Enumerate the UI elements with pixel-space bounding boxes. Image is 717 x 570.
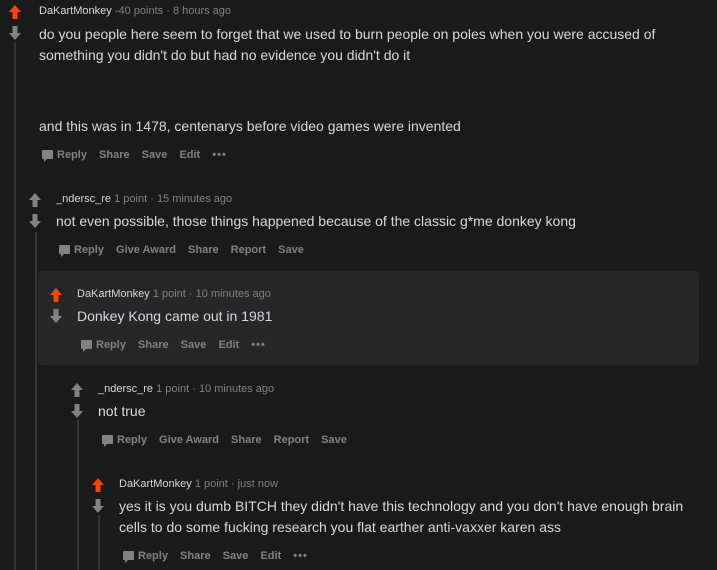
share-button[interactable]: Share [188,244,219,256]
share-button[interactable]: Share [180,550,211,562]
comment-actions: Reply Give Award Share Report Save [102,434,356,447]
upvote-arrow-icon[interactable] [28,192,42,208]
more-options-button[interactable]: ••• [251,339,266,351]
upvote-arrow-icon[interactable] [91,477,105,493]
report-button[interactable]: Report [274,434,309,446]
meta-separator: · [192,383,196,395]
comment-points: 1 point [114,193,148,205]
comment-meta: _ndersc_re 1 point · 10 minutes ago [98,383,274,395]
comment-body: yes it is you dumb BITCH they didn't hav… [119,496,689,538]
edit-button[interactable]: Edit [260,550,281,562]
comment-actions: Reply Give Award Share Report Save [59,244,313,257]
more-options-button[interactable]: ••• [212,149,227,161]
upvote-arrow-icon[interactable] [49,287,63,303]
thread-line[interactable] [77,420,79,570]
comment-points: 1 point [194,478,228,490]
comment-meta: DaKartMonkey -40 points · 8 hours ago [39,5,231,17]
thread-line[interactable] [35,232,37,570]
comment-body: not even possible, those things happened… [56,211,696,232]
vote-column [8,4,24,41]
comment-paragraph: not true [98,403,146,419]
reply-icon [123,551,134,563]
comment-paragraph: yes it is you dumb BITCH they didn't hav… [119,498,684,535]
comment-meta: DaKartMonkey 1 point · just now [119,478,278,490]
downvote-arrow-icon[interactable] [8,25,22,41]
vote-column [91,477,107,514]
comment-actions: Reply Share Save Edit ••• [42,149,236,162]
reply-button[interactable]: Reply [123,550,168,563]
comment-time[interactable]: 10 minutes ago [196,288,271,300]
meta-separator: · [230,478,235,490]
reply-icon [59,245,70,257]
report-button[interactable]: Report [231,244,266,256]
reply-icon [42,150,53,162]
give-award-button[interactable]: Give Award [159,434,219,446]
thread-line[interactable] [14,42,16,570]
comment-body: do you people here seem to forget that w… [39,24,689,137]
comment-paragraph: Donkey Kong came out in 1981 [77,308,273,324]
share-button[interactable]: Share [231,434,262,446]
vote-column [70,382,86,419]
comment-paragraph: do you people here seem to forget that w… [39,26,656,63]
more-options-button[interactable]: ••• [293,550,308,562]
save-button[interactable]: Save [278,244,304,256]
reply-button[interactable]: Reply [42,149,87,162]
comment-body: Donkey Kong came out in 1981 [77,306,677,327]
edit-button[interactable]: Edit [179,149,200,161]
reply-icon [102,435,113,447]
give-award-button[interactable]: Give Award [116,244,176,256]
comment-author[interactable]: DaKartMonkey [39,5,112,17]
comment-time[interactable]: just now [238,478,278,490]
reply-button[interactable]: Reply [59,244,104,257]
meta-separator: · [188,288,193,300]
save-button[interactable]: Save [142,149,168,161]
comment-actions: Reply Share Save Edit ••• [81,339,275,352]
comment-time[interactable]: 15 minutes ago [157,193,232,205]
comment-points: -40 points [114,5,164,17]
meta-separator: · [150,193,154,205]
comment-author[interactable]: DaKartMonkey [77,288,150,300]
comment-time[interactable]: 10 minutes ago [199,383,274,395]
reply-button[interactable]: Reply [81,339,126,352]
comment-points: 1 point [152,288,186,300]
comment-author[interactable]: _ndersc_re [98,383,153,395]
comment-paragraph: and this was in 1478, centenarys before … [39,118,461,134]
share-button[interactable]: Share [138,339,169,351]
comment-paragraph: not even possible, those things happened… [56,213,576,229]
downvote-arrow-icon[interactable] [70,403,84,419]
comment-author[interactable]: DaKartMonkey [119,478,192,490]
save-button[interactable]: Save [321,434,347,446]
comment-meta: _ndersc_re 1 point · 15 minutes ago [56,193,232,205]
meta-separator: · [166,5,170,17]
comment-points: 1 point [156,383,190,395]
vote-column [28,192,44,229]
downvote-arrow-icon[interactable] [49,308,63,324]
comment-body: not true [98,401,678,422]
edit-button[interactable]: Edit [218,339,239,351]
upvote-arrow-icon[interactable] [70,382,84,398]
downvote-arrow-icon[interactable] [91,498,105,514]
comment-time[interactable]: 8 hours ago [173,5,231,17]
vote-column [49,287,65,324]
save-button[interactable]: Save [223,550,249,562]
comment-meta: DaKartMonkey 1 point · 10 minutes ago [77,288,271,300]
comment-author[interactable]: _ndersc_re [56,193,111,205]
comment-actions: Reply Share Save Edit ••• [123,550,317,563]
downvote-arrow-icon[interactable] [28,213,42,229]
share-button[interactable]: Share [99,149,130,161]
upvote-arrow-icon[interactable] [8,4,22,20]
reply-button[interactable]: Reply [102,434,147,447]
reply-icon [81,340,92,352]
save-button[interactable]: Save [181,339,207,351]
thread-line[interactable] [98,515,100,570]
